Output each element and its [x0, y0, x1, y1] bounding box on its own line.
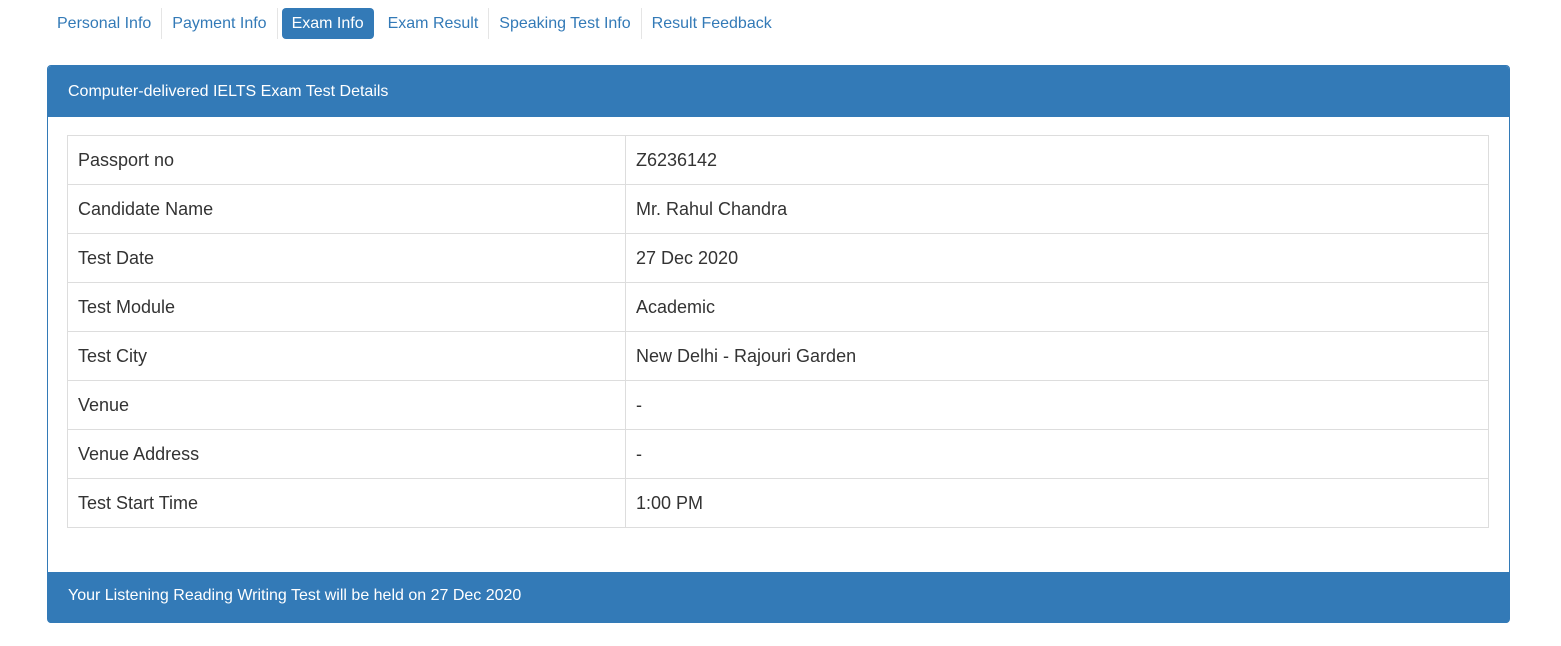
field-label: Test City — [67, 331, 626, 381]
field-label: Venue — [67, 380, 626, 430]
field-value: Mr. Rahul Chandra — [625, 184, 1489, 234]
field-value: 1:00 PM — [625, 478, 1489, 528]
tab-exam-result[interactable]: Exam Result — [378, 8, 490, 39]
tab-personal-info[interactable]: Personal Info — [47, 8, 163, 39]
field-label: Passport no — [67, 135, 626, 185]
table-row: Test Date 27 Dec 2020 — [67, 233, 1489, 283]
tab-speaking-test-info[interactable]: Speaking Test Info — [489, 8, 642, 39]
field-label: Test Date — [67, 233, 626, 283]
field-value: - — [625, 380, 1489, 430]
table-row: Passport no Z6236142 — [67, 135, 1489, 185]
table-row: Candidate Name Mr. Rahul Chandra — [67, 184, 1489, 234]
exam-details-table: Passport no Z6236142 Candidate Name Mr. Rah… — [67, 135, 1489, 528]
field-label: Test Start Time — [67, 478, 626, 528]
field-label: Test Module — [67, 282, 626, 332]
table-row: Venue - — [67, 380, 1489, 430]
field-label: Candidate Name — [67, 184, 626, 234]
exam-details-panel: Computer-delivered IELTS Exam Test Detai… — [47, 65, 1510, 623]
tab-payment-info[interactable]: Payment Info — [162, 8, 278, 39]
tab-exam-info[interactable]: Exam Info — [281, 8, 374, 39]
field-value: New Delhi - Rajouri Garden — [625, 331, 1489, 381]
table-row: Test Start Time 1:00 PM — [67, 478, 1489, 528]
table-row: Test Module Academic — [67, 282, 1489, 332]
table-row: Test City New Delhi - Rajouri Garden — [67, 331, 1489, 381]
field-label: Venue Address — [67, 429, 626, 479]
field-value: Z6236142 — [625, 135, 1489, 185]
table-row: Venue Address - — [67, 429, 1489, 479]
tab-result-feedback[interactable]: Result Feedback — [642, 8, 782, 39]
field-value: 27 Dec 2020 — [625, 233, 1489, 283]
panel-title: Computer-delivered IELTS Exam Test Detai… — [48, 66, 1509, 117]
field-value: Academic — [625, 282, 1489, 332]
test-date-banner: Your Listening Reading Writing Test will… — [48, 572, 1509, 623]
field-value: - — [625, 429, 1489, 479]
nav-tabs: Personal Info Payment Info Exam Info Exa… — [47, 8, 782, 39]
